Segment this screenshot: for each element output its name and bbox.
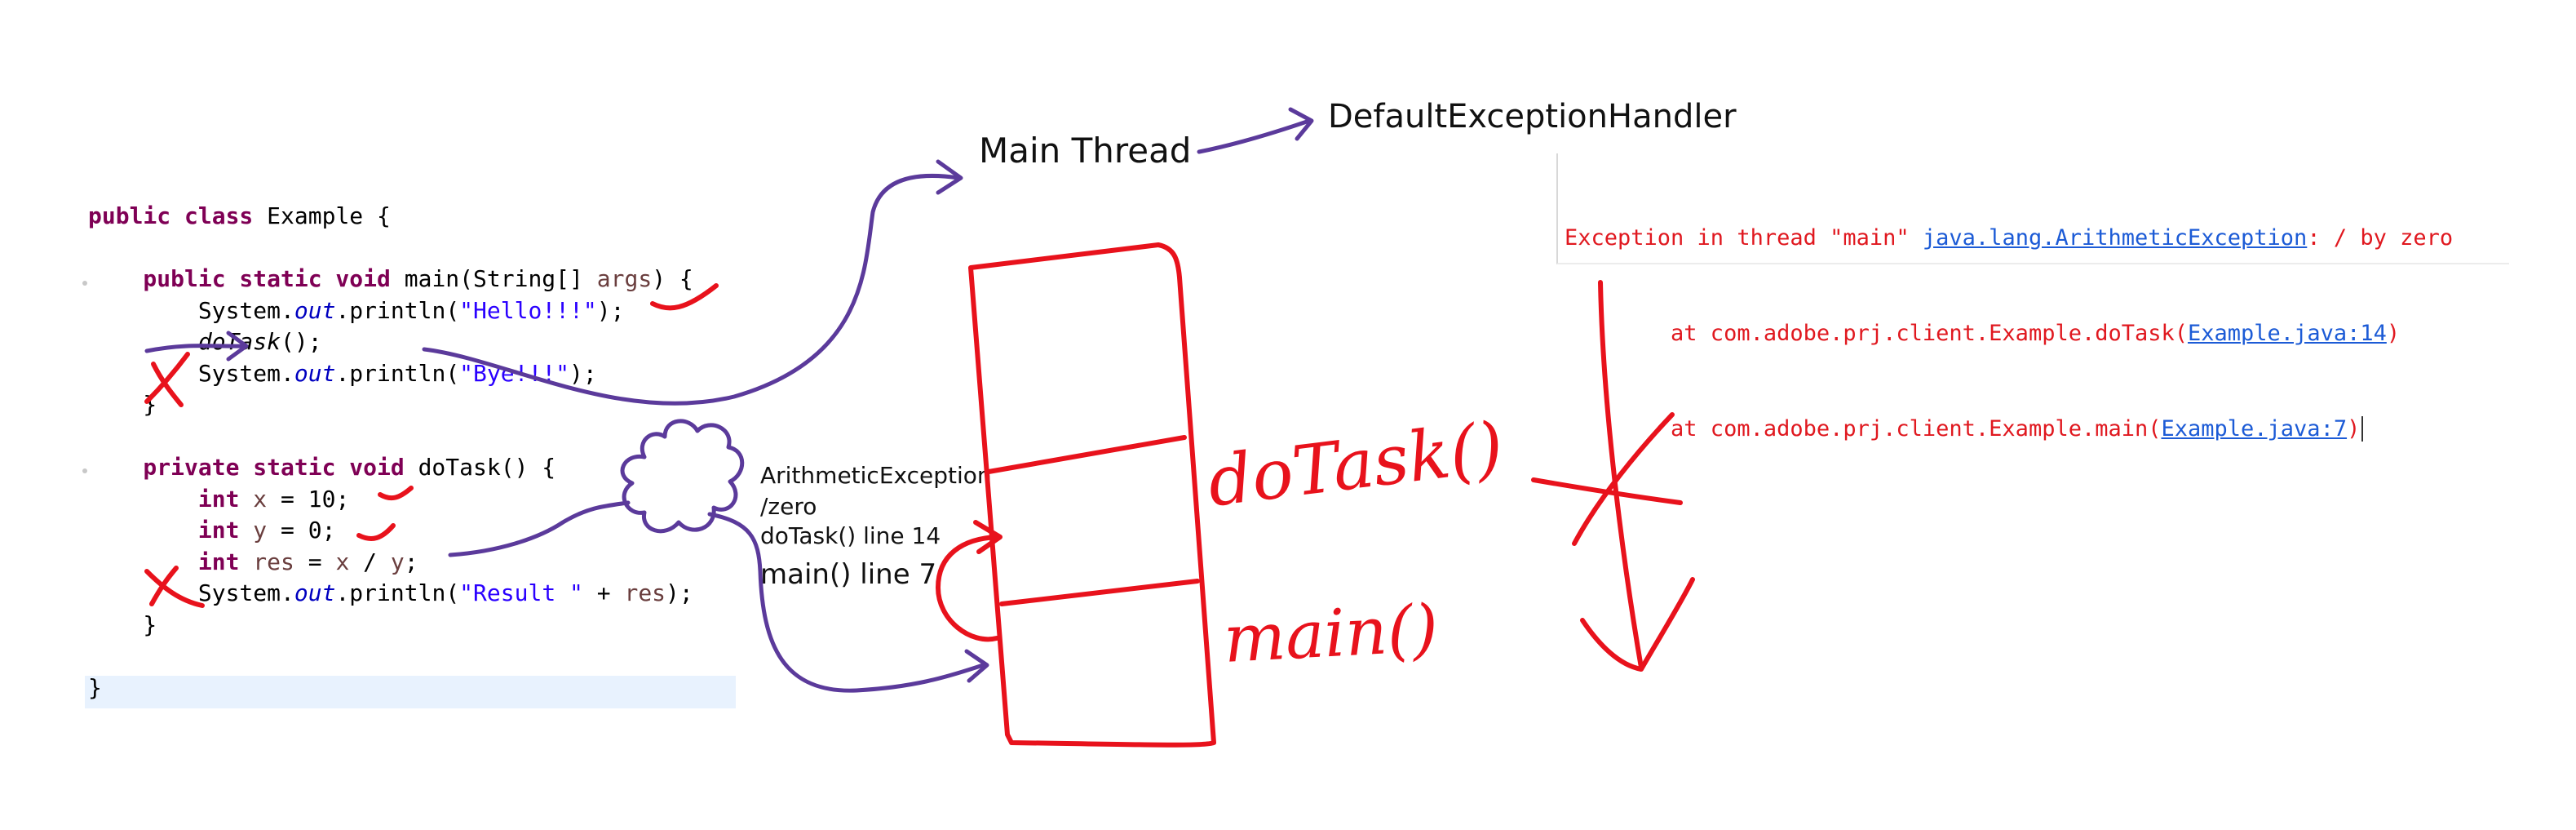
annotation-layer [144,107,1695,748]
arrow-into-dotask-call [144,344,247,353]
return-arrow [936,535,999,642]
arrow-to-main-thread [422,174,961,406]
check-mark-icon [356,523,396,541]
check-mark-icon [378,486,414,501]
cross-mark-icon [1572,412,1675,546]
call-stack-box [968,242,1216,748]
exception-cloud-icon [620,419,745,534]
cross-mark-icon [149,566,179,606]
check-mark-icon [650,283,719,311]
connector-y-to-cloud [448,500,631,557]
arrow-to-default-handler [1197,118,1312,154]
stack-divider-bottom [999,579,1200,606]
cross-mark-icon [144,352,190,404]
stack-divider-top [986,435,1187,474]
